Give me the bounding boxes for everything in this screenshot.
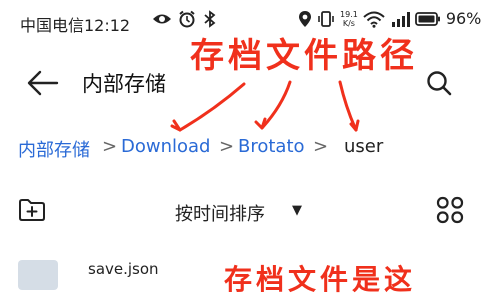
breadcrumb-brotato[interactable]: Brotato	[238, 136, 305, 157]
vibrate-icon	[318, 10, 334, 27]
caret-down-icon[interactable]: ▼	[292, 203, 302, 218]
new-folder-icon[interactable]	[18, 198, 46, 222]
annotation-arrow-brotato-head	[254, 117, 267, 130]
status-icons-left	[152, 10, 218, 28]
breadcrumb-internal-storage[interactable]: 内部存储	[18, 136, 90, 162]
status-icons-right: 19.1 K/s 96%	[298, 9, 481, 28]
annotation-save-path: 存档文件路径	[190, 36, 418, 76]
sort-by-time-button[interactable]: 按时间排序	[175, 200, 265, 226]
list-item[interactable]: save.json	[0, 252, 488, 290]
annotation-arrow-download-head	[170, 119, 182, 132]
search-icon[interactable]	[426, 70, 452, 96]
annotation-arrow-download	[178, 82, 246, 132]
breadcrumb-separator: >	[219, 136, 235, 157]
breadcrumb-separator: >	[102, 136, 118, 157]
location-icon	[299, 10, 311, 27]
alarm-icon	[179, 10, 195, 28]
page-title: 内部存储	[82, 72, 166, 96]
grid-view-icon[interactable]	[436, 196, 464, 224]
breadcrumb-download[interactable]: Download	[121, 136, 210, 157]
annotation-arrow-user	[338, 80, 358, 132]
battery-percent: 96%	[445, 9, 482, 28]
annotation-arrow-brotato	[260, 80, 292, 130]
annotation-arrow-user-head	[349, 119, 360, 132]
battery-icon	[414, 11, 440, 26]
status-carrier-time: 中国电信12:12	[20, 16, 131, 35]
signal-icon	[391, 11, 410, 27]
breadcrumb-user: user	[344, 136, 384, 157]
file-name: save.json	[88, 260, 159, 278]
breadcrumb-separator: >	[313, 136, 329, 157]
eye-icon	[153, 14, 171, 24]
network-speed-value: 19.1	[340, 9, 358, 19]
bluetooth-icon	[204, 10, 216, 28]
arrow-left-icon[interactable]	[26, 68, 60, 98]
wifi-icon	[363, 11, 385, 28]
network-speed: 19.1 K/s	[340, 10, 358, 28]
network-speed-unit: K/s	[342, 18, 355, 28]
file-icon	[18, 260, 58, 290]
